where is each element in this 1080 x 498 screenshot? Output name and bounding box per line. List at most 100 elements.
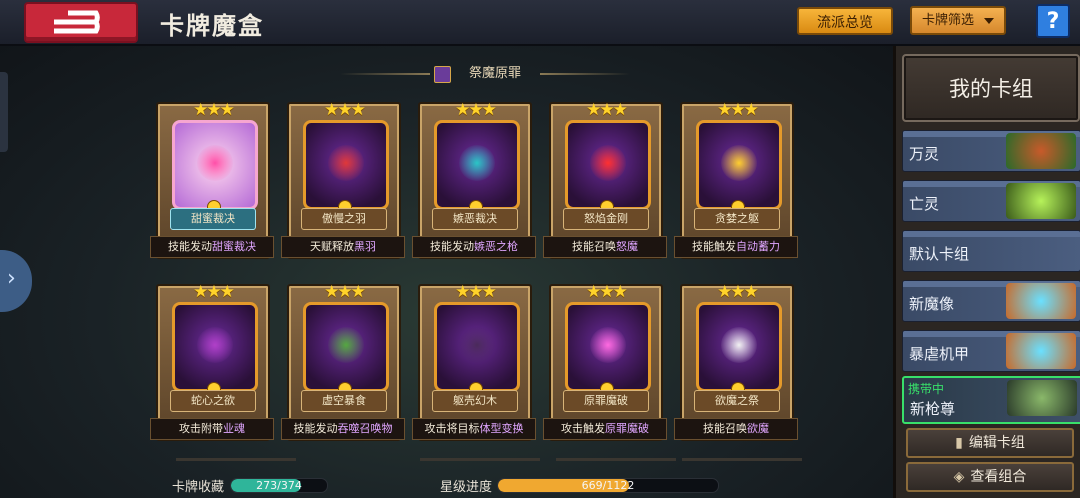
deck-portrait-icon [1006, 183, 1076, 219]
card-name: 蛇心之欲 [170, 390, 256, 412]
collection-value: 273/374 [256, 479, 302, 492]
card-filter-dropdown[interactable]: 卡牌筛选 [910, 6, 1006, 35]
card-star-rating: ★★★ [324, 100, 366, 120]
card-star-rating: ★★★ [455, 100, 497, 120]
card-skill-highlight: 黑羽 [354, 240, 376, 253]
card-star-rating: ★★★ [717, 100, 759, 120]
star-progress-bar: 669/1122 [497, 478, 719, 493]
top-bar: 卡牌魔盒 流派总览 卡牌筛选 ? [0, 0, 1080, 46]
deck-panel: 我的卡组 万灵 亡灵 默认卡组 新魔像 暴虐机甲 携带中 新枪尊 ▮ 编辑卡组 ◈… [893, 46, 1080, 498]
deck-panel-title: 我的卡组 [949, 77, 1033, 101]
chevron-right-icon: › [7, 266, 16, 291]
card-skill-highlight: 业魂 [223, 422, 245, 435]
card-skill-prefix: 攻击将目标 [424, 422, 480, 435]
help-button[interactable]: ? [1036, 4, 1070, 38]
card-skill-description: 攻击附带业魂 [150, 418, 274, 440]
card-name: 虚空暴食 [301, 390, 387, 412]
card-name: 原罪魔破 [563, 390, 649, 412]
card-star-rating: ★★★ [586, 282, 628, 302]
card-star-rating: ★★★ [586, 100, 628, 120]
card-skill-highlight: 甜蜜裁决 [212, 240, 256, 253]
deck-item-label: 暴虐机甲 [909, 345, 970, 363]
card-art-core-icon [459, 145, 495, 181]
card-2[interactable]: ★★★ 嫉恶裁决 技能发动嫉恶之枪 [412, 100, 536, 259]
deck-item-new-golem[interactable]: 新魔像 [902, 280, 1080, 322]
divider [682, 458, 802, 461]
card-skill-description: 技能召唤欲魔 [674, 418, 798, 440]
card-3[interactable]: ★★★ 怒焰金刚 技能召唤怒魔 [543, 100, 667, 259]
card-name: 贪婪之躯 [694, 208, 780, 230]
card-art [303, 120, 389, 210]
edit-deck-icon: ▮ [955, 435, 963, 451]
deck-item-tyrant-mech[interactable]: 暴虐机甲 [902, 330, 1080, 372]
card-art-core-icon [590, 327, 626, 363]
deck-portrait-icon [1006, 133, 1076, 169]
card-6[interactable]: ★★★ 虚空暴食技能发动吞噬召唤物 [281, 282, 405, 441]
card-8[interactable]: ★★★ 原罪魔破攻击触发原罪魔破 [543, 282, 667, 441]
card-name: 躯壳幻木 [432, 390, 518, 412]
card-7[interactable]: ★★★ 躯壳幻木 攻击将目标体型变换 [412, 282, 536, 441]
deck-item-new-gunlord[interactable]: 携带中 新枪尊 [902, 376, 1080, 424]
card-name: 傲慢之羽 [301, 208, 387, 230]
deck-portrait-icon [1007, 380, 1077, 416]
card-star-rating: ★★★ [324, 282, 366, 302]
card-art-core-icon [328, 327, 364, 363]
carrying-badge: 携带中 [908, 382, 945, 396]
card-4[interactable]: ★★★ 贪婪之躯 技能触发自动蓄力 [674, 100, 798, 259]
view-combo-button[interactable]: ◈ 查看组合 [906, 462, 1074, 492]
deck-portrait-icon [1006, 333, 1076, 369]
card-art [565, 302, 651, 392]
edit-deck-button[interactable]: ▮ 编辑卡组 [906, 428, 1074, 458]
view-combo-label: 查看组合 [970, 469, 1027, 485]
card-skill-description: 技能发动甜蜜裁决 [150, 236, 274, 258]
card-skill-prefix: 攻击触发 [561, 422, 605, 435]
card-skill-description: 攻击触发原罪魔破 [543, 418, 667, 440]
card-skill-prefix: 天赋释放 [310, 240, 354, 253]
card-star-rating: ★★★ [193, 282, 235, 302]
card-skill-prefix: 技能发动 [430, 240, 474, 253]
card-name: 嫉恶裁决 [432, 208, 518, 230]
section-title: 祭魔原罪 [468, 66, 521, 81]
card-skill-description: 技能发动吞噬召唤物 [281, 418, 405, 440]
left-edge-tab[interactable] [0, 72, 8, 152]
card-art-core-icon [721, 327, 757, 363]
school-overview-button[interactable]: 流派总览 [797, 7, 893, 35]
card-filter-label: 卡牌筛选 [922, 13, 975, 28]
card-0[interactable]: ★★★ 甜蜜裁决 技能发动甜蜜裁决 [150, 100, 274, 259]
deck-item-wanling[interactable]: 万灵 [902, 130, 1080, 172]
card-star-rating: ★★★ [455, 282, 497, 302]
card-skill-prefix: 技能召唤 [703, 422, 747, 435]
back-button[interactable] [24, 2, 138, 43]
section-header: 祭魔原罪 [340, 62, 630, 86]
deck-item-strip [903, 231, 1080, 237]
card-9[interactable]: ★★★ 欲魔之祭 技能召唤欲魔 [674, 282, 798, 441]
card-name: 怒焰金刚 [563, 208, 649, 230]
chevron-down-icon [984, 18, 994, 24]
deck-item-default[interactable]: 默认卡组 [902, 230, 1080, 272]
card-art [434, 120, 520, 210]
card-art-core-icon [328, 145, 364, 181]
card-art-core-icon [459, 327, 495, 363]
card-art [434, 302, 520, 392]
divider [420, 458, 540, 461]
deck-item-label: 万灵 [909, 145, 940, 163]
card-1[interactable]: ★★★ 傲慢之羽天赋释放黑羽 [281, 100, 405, 259]
edit-deck-label: 编辑卡组 [968, 435, 1025, 451]
deck-item-label: 默认卡组 [909, 245, 970, 263]
deck-item-label: 新魔像 [909, 295, 955, 313]
card-skill-prefix: 技能发动 [293, 422, 338, 435]
card-name: 欲魔之祭 [694, 390, 780, 412]
card-skill-highlight: 自动蓄力 [736, 240, 780, 253]
card-skill-highlight: 吞噬召唤物 [337, 422, 393, 435]
card-5[interactable]: ★★★ 蛇心之欲攻击附带业魂 [150, 282, 274, 441]
card-star-rating: ★★★ [193, 100, 235, 120]
progress-footer: 卡牌收藏 273/374 星级进度 669/1122 [0, 470, 893, 498]
deck-title-box: 我的卡组 [902, 54, 1080, 122]
card-art [172, 120, 258, 210]
star-progress-value: 669/1122 [581, 479, 635, 492]
divider [176, 458, 296, 461]
deck-item-undead[interactable]: 亡灵 [902, 180, 1080, 222]
card-art [696, 120, 782, 210]
page-title: 卡牌魔盒 [160, 12, 264, 40]
card-art-core-icon [197, 145, 233, 181]
